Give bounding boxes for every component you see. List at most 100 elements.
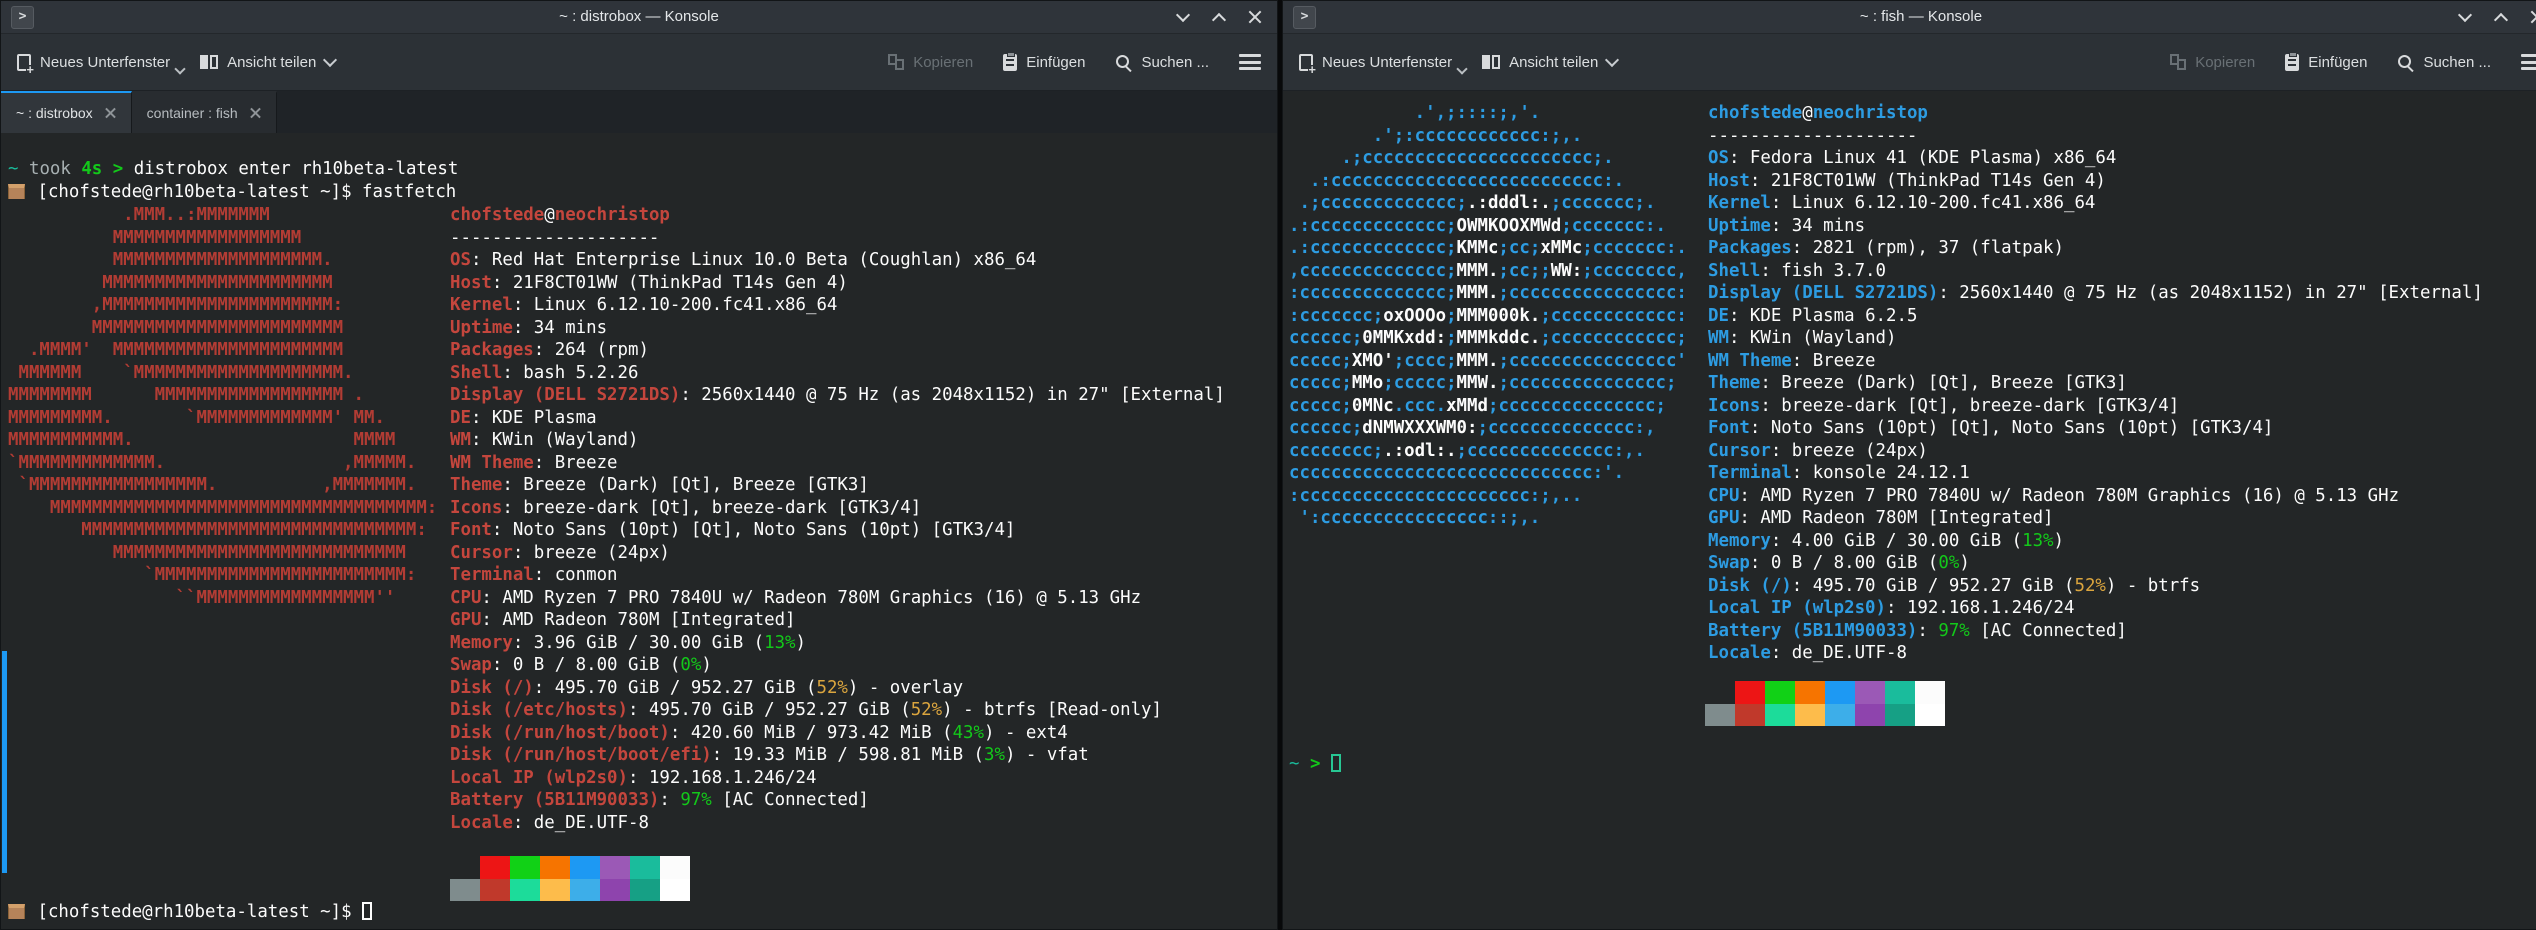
palette-color-block xyxy=(1795,704,1825,727)
tab-close-icon[interactable] xyxy=(105,108,116,119)
search-icon xyxy=(1115,54,1132,71)
new-tab-dropdown-arrow-icon[interactable] xyxy=(174,63,185,74)
paste-button[interactable]: Einfügen xyxy=(1003,54,1085,71)
new-tab-label: Neues Unterfenster xyxy=(40,54,170,71)
search-label: Suchen ... xyxy=(1141,54,1209,71)
maximize-button[interactable] xyxy=(2493,9,2509,25)
search-button[interactable]: Suchen ... xyxy=(1115,54,1209,71)
palette-color-block xyxy=(480,856,510,879)
rhel-ascii-logo: .MMM..:MMMMMMM MMMMMMMMMMMMMMMMMM MMMMMM… xyxy=(8,204,437,609)
toolbar-left: + Neues Unterfenster Ansicht teilen Kopi… xyxy=(1,34,1277,91)
palette-color-block xyxy=(1735,704,1765,727)
tab-container-fish[interactable]: container : fish xyxy=(132,91,277,133)
palette-color-block xyxy=(1705,704,1735,727)
tab-distrobox[interactable]: ~ : distrobox xyxy=(1,91,132,133)
palette-color-block xyxy=(1765,704,1795,727)
close-icon xyxy=(2530,10,2536,24)
palette-color-block xyxy=(1795,681,1825,704)
palette-color-block xyxy=(450,856,480,879)
palette-color-block xyxy=(1885,704,1915,727)
titlebar-left[interactable]: > ~ : distrobox — Konsole xyxy=(1,1,1277,34)
tab-label: container : fish xyxy=(147,105,238,121)
palette-color-block xyxy=(480,879,510,902)
shell-prompt-left: [chofstede@rh10beta-latest ~]$ xyxy=(8,901,372,924)
palette-color-block xyxy=(1915,681,1945,704)
palette-color-block xyxy=(1705,681,1735,704)
new-output-indicator xyxy=(2,651,7,873)
window-distrobox-konsole: > ~ : distrobox — Konsole + Neues Unterf… xyxy=(0,0,1278,930)
palette-color-block xyxy=(660,879,690,902)
split-view-button[interactable]: Ansicht teilen xyxy=(200,54,335,71)
palette-color-block xyxy=(510,856,540,879)
paste-icon xyxy=(2285,54,2299,71)
terminal-right[interactable]: .',;::::;,'. .';:cccccccccccc:;,. .;cccc… xyxy=(1284,91,2536,928)
minimize-icon xyxy=(2458,8,2472,22)
minimize-button[interactable] xyxy=(2457,9,2473,25)
copy-label: Kopieren xyxy=(2195,54,2255,71)
palette-color-block xyxy=(600,879,630,902)
window-title: ~ : distrobox — Konsole xyxy=(1,1,1277,33)
palette-color-block xyxy=(1885,681,1915,704)
search-icon xyxy=(2397,54,2414,71)
palette-color-block xyxy=(540,879,570,902)
palette-color-block xyxy=(570,856,600,879)
chevron-down-icon xyxy=(1605,53,1619,67)
paste-label: Einfügen xyxy=(1026,54,1085,71)
minimize-button[interactable] xyxy=(1175,9,1191,25)
palette-color-block xyxy=(1825,681,1855,704)
new-tab-icon: + xyxy=(17,54,31,71)
palette-color-block xyxy=(570,879,600,902)
menu-button[interactable] xyxy=(1239,54,1261,70)
split-view-label: Ansicht teilen xyxy=(1509,54,1598,71)
palette-color-block xyxy=(630,856,660,879)
chevron-down-icon xyxy=(323,53,337,67)
tab-close-icon[interactable] xyxy=(250,108,261,119)
copy-button[interactable]: Kopieren xyxy=(888,54,973,71)
window-fish-konsole: > ~ : fish — Konsole + Neues Unterfenste… xyxy=(1282,0,2536,930)
palette-color-block xyxy=(660,856,690,879)
tab-label: ~ : distrobox xyxy=(16,105,93,121)
close-button[interactable] xyxy=(2529,9,2536,25)
palette-color-block xyxy=(1855,704,1885,727)
split-view-label: Ansicht teilen xyxy=(227,54,316,71)
paste-icon xyxy=(1003,54,1017,71)
copy-button[interactable]: Kopieren xyxy=(2170,54,2255,71)
new-tab-label: Neues Unterfenster xyxy=(1322,54,1452,71)
copy-icon xyxy=(2170,54,2186,70)
palette-color-block xyxy=(1735,681,1765,704)
maximize-icon xyxy=(2494,13,2508,27)
terminal-color-palette xyxy=(450,856,690,901)
palette-color-block xyxy=(450,879,480,902)
search-button[interactable]: Suchen ... xyxy=(2397,54,2491,71)
close-button[interactable] xyxy=(1247,9,1263,25)
menu-button[interactable] xyxy=(2521,54,2536,70)
paste-button[interactable]: Einfügen xyxy=(2285,54,2367,71)
new-tab-dropdown-arrow-icon[interactable] xyxy=(1456,63,1467,74)
copy-label: Kopieren xyxy=(913,54,973,71)
terminal-left[interactable]: ~ took 4s > distrobox enter rh10beta-lat… xyxy=(2,133,1276,928)
terminal-cursor xyxy=(1331,754,1341,772)
titlebar-right[interactable]: > ~ : fish — Konsole xyxy=(1283,1,2536,34)
terminal-command-lines: ~ took 4s > distrobox enter rh10beta-lat… xyxy=(8,158,458,203)
paste-label: Einfügen xyxy=(2308,54,2367,71)
desktop: > ~ : distrobox — Konsole + Neues Unterf… xyxy=(0,0,2536,930)
fastfetch-info-left: chofstede@neochristop ------------------… xyxy=(450,204,1225,834)
maximize-button[interactable] xyxy=(1211,9,1227,25)
palette-color-block xyxy=(1825,704,1855,727)
split-view-icon xyxy=(1482,55,1500,69)
new-tab-button[interactable]: + Neues Unterfenster xyxy=(17,54,170,71)
terminal-color-palette xyxy=(1705,681,1945,726)
palette-color-block xyxy=(1855,681,1885,704)
search-label: Suchen ... xyxy=(2423,54,2491,71)
package-icon xyxy=(8,184,25,199)
split-view-button[interactable]: Ansicht teilen xyxy=(1482,54,1617,71)
palette-color-block xyxy=(630,879,660,902)
palette-color-block xyxy=(600,856,630,879)
tab-bar: ~ : distrobox container : fish xyxy=(1,91,1277,133)
new-tab-icon: + xyxy=(1299,54,1313,71)
fedora-ascii-logo: .',;::::;,'. .';:cccccccccccc:;,. .;cccc… xyxy=(1289,102,1687,530)
window-title: ~ : fish — Konsole xyxy=(1283,1,2536,33)
close-icon xyxy=(1248,10,1262,24)
toolbar-right: + Neues Unterfenster Ansicht teilen Kopi… xyxy=(1283,34,2536,91)
new-tab-button[interactable]: + Neues Unterfenster xyxy=(1299,54,1452,71)
